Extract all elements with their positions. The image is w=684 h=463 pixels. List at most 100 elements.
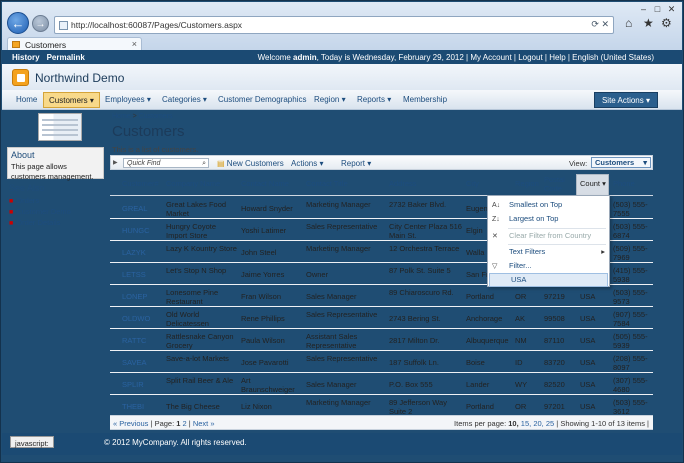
tab-close-icon[interactable]: × xyxy=(132,39,137,49)
cell-customer-id[interactable]: GREAL xyxy=(122,204,162,213)
cell-region: ID xyxy=(515,358,523,367)
cell-contact: Yoshi Latimer xyxy=(241,226,287,235)
breadcrumb-customers[interactable]: Customers xyxy=(139,113,173,120)
header-city[interactable]: City xyxy=(466,179,479,188)
cell-region: WY xyxy=(515,380,528,389)
submenu-arrow-icon: ▸ xyxy=(601,247,605,256)
cell-postal: 83720 xyxy=(544,358,565,367)
cell-city: Portland xyxy=(466,292,494,301)
cell-customer-id[interactable]: LAZYK xyxy=(122,248,162,257)
home-icon[interactable]: ⌂ xyxy=(625,16,632,30)
cell-postal: 87110 xyxy=(544,336,565,345)
new-customers-button[interactable]: ▤ New Customers xyxy=(217,159,284,168)
cell-address: P.O. Box 555 xyxy=(389,380,433,389)
filter-value-usa[interactable]: USA xyxy=(489,273,608,287)
table-row[interactable]: RATTC Rattlesnake Canyon Grocery Paula Wil… xyxy=(110,329,653,351)
header-postal-code[interactable]: Postal Code xyxy=(544,175,570,193)
breadcrumb-home[interactable]: Home xyxy=(112,113,131,120)
header-company-name[interactable]: Company Name xyxy=(166,179,220,188)
cell-customer-id[interactable]: THEBI xyxy=(122,402,162,411)
see-also-orders-link[interactable]: ■ Orders xyxy=(9,196,71,205)
view-selector[interactable]: Customers ▾ xyxy=(591,157,651,168)
cell-contact: Fran Wilson xyxy=(241,292,282,301)
table-row[interactable]: LONEP Lonesome Pine Restaurant Fran Wilson… xyxy=(110,285,653,307)
tools-gear-icon[interactable]: ⚙ xyxy=(661,16,672,30)
cell-customer-id[interactable]: LETSS xyxy=(122,270,162,279)
cell-customer-id[interactable]: SPLIR xyxy=(122,380,162,389)
page-size-10[interactable]: 10, xyxy=(508,419,518,428)
pager-next[interactable]: Next » xyxy=(193,419,215,428)
header-country[interactable]: Count ▾ xyxy=(580,179,606,188)
sort-smallest-on-top[interactable]: A↓ Smallest on Top xyxy=(488,199,609,213)
breadcrumb: Home > Customers xyxy=(112,113,173,120)
clear-filter-country[interactable]: ✕ Clear Filter from Country xyxy=(488,230,609,244)
cell-address: 89 Jefferson Way Suite 2 xyxy=(389,398,447,416)
cell-customer-id[interactable]: OLDWO xyxy=(122,314,162,323)
menu-reports[interactable]: Reports ▾ xyxy=(357,95,391,104)
close-window-button[interactable]: ✕ xyxy=(665,4,678,15)
menu-membership[interactable]: Membership xyxy=(403,95,447,104)
pager-previous[interactable]: « Previous xyxy=(113,419,148,428)
page-size-25[interactable]: 25 xyxy=(546,419,554,428)
menu-home[interactable]: Home xyxy=(16,95,37,104)
pager-page-1[interactable]: 1 xyxy=(176,419,180,428)
table-row[interactable]: THEBI The Big Cheese Liz Nixon Marketing Ma… xyxy=(110,395,653,417)
page-size-20[interactable]: 20, xyxy=(533,419,543,428)
about-text: This page allows customers management. xyxy=(11,162,94,181)
cell-phone: (208) 555-8097 xyxy=(613,354,648,372)
header-contact-title[interactable]: Contact Title xyxy=(306,179,348,188)
quick-find-input[interactable]: Quick Find ⌕ xyxy=(123,158,209,168)
header-region[interactable]: Region xyxy=(515,179,539,188)
address-bar[interactable]: http://localhost:60087/Pages/Customers.a… xyxy=(54,16,614,34)
browser-tab[interactable]: Customers × xyxy=(7,37,142,51)
minimize-button[interactable]: – xyxy=(637,4,650,15)
actions-button[interactable]: Actions ▾ xyxy=(291,159,323,168)
cell-phone: (415) 555-5938 xyxy=(613,266,648,284)
forward-button[interactable]: → xyxy=(32,15,49,32)
see-also-order-details-link[interactable]: ■ Order Details xyxy=(9,218,71,227)
sort-largest-on-top[interactable]: Z↓ Largest on Top xyxy=(488,213,609,227)
cell-customer-id[interactable]: SAVEA xyxy=(122,358,162,367)
history-link[interactable]: History xyxy=(12,53,40,62)
pager: « Previous | Page: 1 2 | Next » Items pe… xyxy=(110,415,653,430)
table-row[interactable]: SPLIR Split Rail Beer & Ale Art Braunschwe… xyxy=(110,373,653,395)
refresh-icon[interactable]: ⟳ ✕ xyxy=(591,19,609,30)
filter-option[interactable]: ▽ Filter... xyxy=(488,260,609,274)
app-title: Northwind Demo xyxy=(35,71,125,85)
maximize-button[interactable]: □ xyxy=(651,4,664,15)
table-row[interactable]: SAVEA Save-a-lot Markets Jose Pavarotti Sal… xyxy=(110,351,653,373)
menu-customers[interactable]: Customers ▾ xyxy=(43,92,100,108)
cell-phone: (505) 555-5939 xyxy=(613,332,648,350)
menu-region[interactable]: Region ▾ xyxy=(314,95,346,104)
cell-phone: (503) 555-7555 xyxy=(613,200,648,218)
header-customer-id[interactable]: Customer# xyxy=(122,179,159,188)
header-contact-name[interactable]: Contact Name xyxy=(241,179,289,188)
showing-summary: | Showing 1-10 of 13 items | xyxy=(556,419,649,428)
cell-customer-id[interactable]: LONEP xyxy=(122,292,162,301)
menu-customer-demographics[interactable]: Customer Demographics xyxy=(218,95,306,104)
cell-title: Sales Manager xyxy=(306,380,357,389)
pager-page-2[interactable]: 2 xyxy=(183,419,187,428)
header-address[interactable]: Address xyxy=(389,179,417,188)
text-filters-submenu[interactable]: Text Filters ▸ xyxy=(488,246,609,260)
site-actions-button[interactable]: Site Actions ▾ xyxy=(593,92,658,108)
browser-window: ← → http://localhost:60087/Pages/Custome… xyxy=(0,0,684,463)
about-title: About xyxy=(11,150,35,160)
collapse-arrow-icon[interactable]: ▶ xyxy=(113,159,118,166)
browser-chrome: ← → http://localhost:60087/Pages/Custome… xyxy=(2,2,682,51)
favorites-icon[interactable]: ★ xyxy=(643,16,654,30)
cell-customer-id[interactable]: HUNGC xyxy=(122,226,162,235)
search-icon[interactable]: ⌕ xyxy=(202,159,206,168)
cell-city: Albuquerque xyxy=(466,336,509,345)
report-button[interactable]: Report ▾ xyxy=(341,159,371,168)
table-row[interactable]: OLDWO Old World Delicatessen Rene Phillips… xyxy=(110,307,653,329)
back-button[interactable]: ← xyxy=(7,12,29,34)
see-also-customer-demo-link[interactable]: ■ Customer Demo xyxy=(9,207,71,216)
menu-employees[interactable]: Employees ▾ xyxy=(105,95,151,104)
cell-customer-id[interactable]: RATTC xyxy=(122,336,162,345)
header-phone[interactable]: Phone xyxy=(613,179,635,188)
cell-company: Lazy K Kountry Store xyxy=(166,244,237,253)
page-size-15[interactable]: 15, xyxy=(521,419,531,428)
menu-categories[interactable]: Categories ▾ xyxy=(162,95,207,104)
permalink-link[interactable]: Permalink xyxy=(47,53,85,62)
